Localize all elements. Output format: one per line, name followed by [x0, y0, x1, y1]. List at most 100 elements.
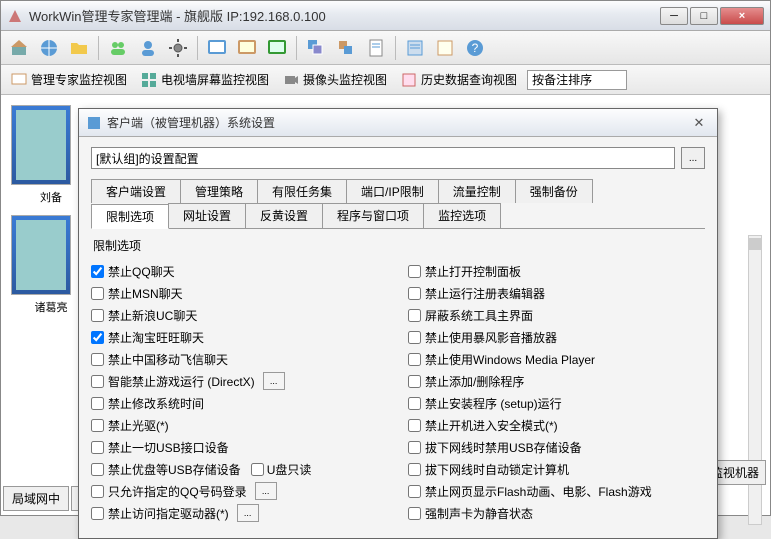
restriction-label[interactable]: 拔下网线时禁用USB存储设备 [425, 439, 582, 456]
toolbar-overlap-button[interactable] [332, 34, 360, 62]
restriction-checkbox[interactable] [91, 419, 104, 432]
view-camera[interactable]: 摄像头监控视图 [279, 69, 391, 90]
restriction-checkbox[interactable] [91, 265, 104, 278]
restriction-checkbox[interactable] [408, 375, 421, 388]
restriction-label[interactable]: 禁止淘宝旺旺聊天 [108, 329, 204, 346]
tab-port-ip[interactable]: 端口/IP限制 [346, 179, 439, 203]
maximize-button[interactable]: □ [690, 7, 718, 25]
tab-tasks[interactable]: 有限任务集 [257, 179, 347, 203]
restriction-checkbox[interactable] [408, 265, 421, 278]
toolbar-screen2-button[interactable] [233, 34, 261, 62]
restriction-label[interactable]: 禁止MSN聊天 [108, 285, 183, 302]
tab-policy[interactable]: 管理策略 [180, 179, 258, 203]
minimize-button[interactable]: ─ [660, 7, 688, 25]
tab-programs[interactable]: 程序与窗口项 [322, 203, 424, 228]
restriction-label[interactable]: 禁止访问指定驱动器(*) [108, 505, 229, 522]
tab-url[interactable]: 网址设置 [168, 203, 246, 228]
restriction-label[interactable]: 禁止添加/删除程序 [425, 373, 524, 390]
restriction-checkbox[interactable] [91, 375, 104, 388]
readonly-checkbox[interactable] [251, 463, 264, 476]
toolbar-folder-button[interactable] [65, 34, 93, 62]
restriction-label[interactable]: 禁止一切USB接口设备 [108, 439, 229, 456]
tab-monitor[interactable]: 监控选项 [423, 203, 501, 228]
restriction-checkbox[interactable] [91, 331, 104, 344]
client-thumbnail[interactable] [11, 215, 71, 295]
dialog-title: 客户端（被管理机器）系统设置 [107, 114, 689, 131]
restriction-label[interactable]: 禁止新浪UC聊天 [108, 307, 197, 324]
restriction-checkbox[interactable] [408, 419, 421, 432]
restriction-checkbox[interactable] [91, 485, 104, 498]
restriction-checkbox[interactable] [91, 287, 104, 300]
restriction-label[interactable]: 禁止安装程序 (setup)运行 [425, 395, 562, 412]
toolbar-note-button[interactable] [431, 34, 459, 62]
restriction-checkbox[interactable] [408, 287, 421, 300]
restriction-label[interactable]: 禁止使用Windows Media Player [425, 351, 595, 368]
view-monitor[interactable]: 管理专家监控视图 [7, 69, 131, 90]
restriction-label[interactable]: 禁止网页显示Flash动画、电影、Flash游戏 [425, 483, 652, 500]
config-select[interactable] [91, 147, 675, 169]
tab-restrictions[interactable]: 限制选项 [91, 204, 169, 229]
restriction-label[interactable]: 强制声卡为静音状态 [425, 505, 533, 522]
restriction-checkbox[interactable] [91, 463, 104, 476]
toolbar-gear-button[interactable] [164, 34, 192, 62]
restriction-label[interactable]: 禁止中国移动飞信聊天 [108, 351, 228, 368]
detail-button[interactable]: ... [255, 482, 277, 500]
restriction-label[interactable]: 禁止打开控制面板 [425, 263, 521, 280]
detail-button[interactable]: ... [263, 372, 285, 390]
toolbar-globe-button[interactable] [35, 34, 63, 62]
restriction-label[interactable]: 拔下网线时自动锁定计算机 [425, 461, 569, 478]
restriction-checkbox[interactable] [408, 353, 421, 366]
restriction-checkbox[interactable] [91, 507, 104, 520]
restriction-label[interactable]: 禁止优盘等USB存储设备 [108, 461, 241, 478]
view-history-label: 历史数据查询视图 [421, 71, 517, 88]
tab-client-settings[interactable]: 客户端设置 [91, 179, 181, 203]
restriction-checkbox[interactable] [408, 309, 421, 322]
restriction-label[interactable]: 禁止光驱(*) [108, 417, 169, 434]
restriction-checkbox[interactable] [408, 397, 421, 410]
restriction-label[interactable]: 禁止开机进入安全模式(*) [425, 417, 558, 434]
sort-select[interactable] [527, 70, 627, 90]
checkbox-row: 禁止MSN聊天 [91, 282, 388, 304]
restriction-label[interactable]: 禁止运行注册表编辑器 [425, 285, 545, 302]
checkbox-row: 禁止优盘等USB存储设备 U盘只读 [91, 458, 388, 480]
restriction-checkbox[interactable] [408, 463, 421, 476]
restriction-checkbox[interactable] [408, 507, 421, 520]
view-history[interactable]: 历史数据查询视图 [397, 69, 521, 90]
restriction-label[interactable]: 只允许指定的QQ号码登录 [108, 483, 247, 500]
bottom-tab-lan[interactable]: 局域网中 [3, 486, 69, 511]
toolbar-windows-button[interactable] [302, 34, 330, 62]
client-thumbnail[interactable] [11, 105, 71, 185]
checkbox-row: 禁止光驱(*) [91, 414, 388, 436]
toolbar-doc-button[interactable] [362, 34, 390, 62]
restriction-label[interactable]: 屏蔽系统工具主界面 [425, 307, 533, 324]
restriction-checkbox[interactable] [91, 397, 104, 410]
restriction-checkbox[interactable] [91, 309, 104, 322]
restriction-checkbox[interactable] [91, 353, 104, 366]
toolbar-separator [98, 36, 99, 60]
tab-traffic[interactable]: 流量控制 [438, 179, 516, 203]
restriction-label[interactable]: 禁止修改系统时间 [108, 395, 204, 412]
toolbar-screen1-button[interactable] [203, 34, 231, 62]
toolbar-list-button[interactable] [401, 34, 429, 62]
detail-button[interactable]: ... [237, 504, 259, 522]
restriction-checkbox[interactable] [408, 441, 421, 454]
close-button[interactable]: × [720, 7, 764, 25]
restriction-label[interactable]: 禁止QQ聊天 [108, 263, 175, 280]
dialog-close-button[interactable]: ✕ [689, 115, 709, 131]
toolbar-screen3-button[interactable] [263, 34, 291, 62]
restriction-checkbox[interactable] [408, 331, 421, 344]
restriction-checkbox[interactable] [91, 441, 104, 454]
tab-backup[interactable]: 强制备份 [515, 179, 593, 203]
view-tvwall[interactable]: 电视墙屏幕监控视图 [137, 69, 273, 90]
toolbar-help-button[interactable]: ? [461, 34, 489, 62]
toolbar-home-button[interactable] [5, 34, 33, 62]
toolbar-users-button[interactable] [104, 34, 132, 62]
restriction-label[interactable]: 智能禁止游戏运行 (DirectX) [108, 373, 255, 390]
restriction-checkbox[interactable] [408, 485, 421, 498]
titlebar: WorkWin管理专家管理端 - 旗舰版 IP:192.168.0.100 ─ … [1, 1, 770, 31]
config-more-button[interactable]: ... [681, 147, 705, 169]
readonly-label[interactable]: U盘只读 [267, 461, 312, 478]
restriction-label[interactable]: 禁止使用暴风影音播放器 [425, 329, 557, 346]
toolbar-user-button[interactable] [134, 34, 162, 62]
tab-antiporn[interactable]: 反黄设置 [245, 203, 323, 228]
